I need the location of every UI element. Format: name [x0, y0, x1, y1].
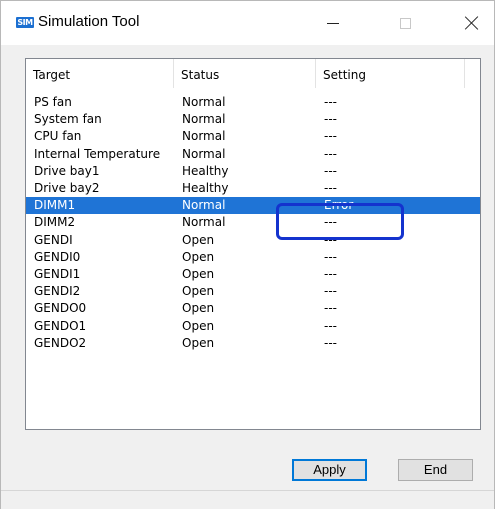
cell-target: Drive bay2 — [34, 181, 100, 195]
cell-status: Normal — [182, 215, 226, 230]
cell-setting: --- — [324, 95, 337, 109]
cell-setting: --- — [324, 181, 337, 195]
cell-status: Open — [182, 249, 215, 264]
table-row[interactable]: Drive bay2 Healthy --- — [26, 180, 480, 197]
cell-setting: Error — [324, 198, 354, 213]
cell-target: GENDI2 — [34, 284, 81, 299]
apply-button[interactable]: Apply — [292, 459, 367, 481]
cell-target: GENDI — [34, 232, 73, 247]
table-row[interactable]: Internal Temperature Normal --- — [26, 146, 480, 163]
cell-status: Open — [182, 318, 215, 333]
cell-setting: --- — [324, 284, 337, 299]
cell-target: PS fan — [34, 95, 72, 109]
sim-app-icon: SIM — [16, 17, 34, 28]
table-row[interactable]: GENDI Open --- — [26, 232, 480, 249]
cell-status: Open — [182, 232, 215, 247]
close-button[interactable] — [449, 1, 495, 45]
minimize-icon — [327, 22, 339, 24]
table-row[interactable]: Drive bay1 Healthy --- — [26, 163, 480, 180]
cell-status: Normal — [182, 198, 226, 213]
column-header-setting[interactable]: Setting — [316, 59, 465, 88]
cell-target: GENDO2 — [34, 335, 87, 350]
table-row[interactable]: System fan Normal --- — [26, 111, 480, 128]
cell-setting: --- — [324, 129, 337, 144]
cell-status: Healthy — [182, 181, 229, 195]
list-header: Target Status Setting — [26, 59, 480, 88]
cell-target: GENDI1 — [34, 267, 81, 281]
cell-status: Open — [182, 301, 215, 316]
end-button[interactable]: End — [398, 459, 473, 481]
cell-setting: --- — [324, 301, 337, 316]
close-icon — [465, 16, 479, 30]
table-row[interactable]: GENDI1 Open --- — [26, 266, 480, 283]
table-row[interactable]: GENDI2 Open --- — [26, 283, 480, 300]
target-list-view[interactable]: Target Status Setting PS fan Normal --- Sys… — [25, 58, 481, 430]
cell-setting: --- — [324, 163, 337, 178]
cell-setting: --- — [324, 318, 337, 333]
table-row[interactable]: GENDO2 Open --- — [26, 335, 480, 352]
cell-setting: --- — [324, 112, 337, 127]
cell-target: GENDO1 — [34, 318, 87, 333]
table-row[interactable]: GENDO0 Open --- — [26, 300, 480, 317]
cell-setting: --- — [324, 267, 337, 281]
cell-status: Normal — [182, 95, 226, 109]
table-row[interactable]: GENDI0 Open --- — [26, 249, 480, 266]
cell-status: Normal — [182, 129, 226, 144]
table-row[interactable]: GENDO1 Open --- — [26, 318, 480, 335]
cell-target: Internal Temperature — [34, 146, 161, 161]
cell-setting: --- — [324, 232, 337, 247]
cell-target: GENDO0 — [34, 301, 87, 316]
minimize-button[interactable] — [310, 1, 356, 45]
title-bar[interactable]: SIM Simulation Tool — [1, 1, 494, 45]
cell-target: DIMM2 — [34, 215, 76, 230]
column-header-status[interactable]: Status — [174, 59, 316, 88]
cell-status: Open — [182, 267, 215, 281]
cell-setting: --- — [324, 249, 337, 264]
status-bar — [1, 490, 494, 509]
cell-setting: --- — [324, 215, 337, 230]
cell-target: CPU fan — [34, 129, 82, 144]
cell-status: Normal — [182, 112, 226, 127]
cell-status: Open — [182, 335, 215, 350]
cell-target: Drive bay1 — [34, 163, 100, 178]
table-row[interactable]: CPU fan Normal --- — [26, 128, 480, 145]
table-row[interactable]: DIMM1 Normal Error — [26, 197, 480, 215]
cell-setting: --- — [324, 335, 337, 350]
column-header-target[interactable]: Target — [26, 59, 174, 88]
window-title: Simulation Tool — [38, 13, 140, 30]
cell-status: Open — [182, 284, 215, 299]
cell-target: GENDI0 — [34, 249, 81, 264]
maximize-icon — [399, 17, 411, 29]
table-row[interactable]: DIMM2 Normal --- — [26, 214, 480, 231]
simulation-tool-window: SIM Simulation Tool Target Status Settin… — [0, 0, 495, 509]
cell-status: Healthy — [182, 163, 229, 178]
table-row[interactable]: PS fan Normal --- — [26, 94, 480, 111]
cell-setting: --- — [324, 146, 337, 161]
cell-status: Normal — [182, 146, 226, 161]
cell-target: System fan — [34, 112, 102, 127]
cell-target: DIMM1 — [34, 198, 76, 213]
maximize-button[interactable] — [382, 1, 428, 45]
